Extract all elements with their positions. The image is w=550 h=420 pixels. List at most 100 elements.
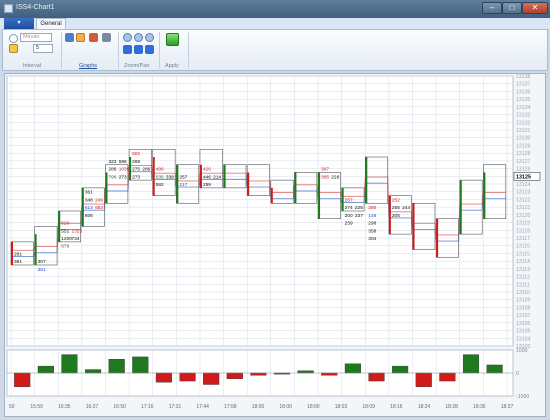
graphs-group-label[interactable]: Graphs [79,63,97,69]
title-bar: ISS4-Chart1 – □ ✕ [0,0,550,18]
ribbon-separator [61,32,62,69]
price-tick-label: 13120 [516,213,531,219]
footprint-cell-label: 148 [368,213,376,219]
time-axis-label: 15:59 [30,404,43,410]
footprint-cell-label: 205 [392,213,400,219]
delta-volume-bar [415,372,432,388]
delta-volume-bar [61,354,78,374]
price-tick-label: 13119 [516,221,530,227]
time-axis-label: 18:09 [362,404,375,410]
price-tick-label: 13114 [516,259,530,265]
time-axis-label: 18:03 [335,404,348,410]
footprint-cell-label: 596 [119,159,127,165]
price-tick-label: 13130 [516,136,531,142]
footprint-cell-label: 551 [61,228,69,234]
chart-area[interactable]: 13138 13137 13136 13135 13134 13133 13132 13131… [4,73,546,417]
footprint-cell-label: 304 [368,236,376,242]
footprint-cell-label: 244 [402,205,410,211]
volume-tick-label: -1000 [516,394,529,400]
price-tick-label: 13108 [516,305,531,311]
footprint-cell-label: 286 [108,167,116,173]
price-tick-label: 13131 [516,128,531,134]
delta-volume-bar [226,372,243,379]
price-tick-label: 13135 [516,97,531,103]
footprint-cell-label: 338 [166,174,174,180]
price-tick-label: 13133 [516,113,531,119]
footprint-cell-label: 217 [179,182,187,188]
window-title: ISS4-Chart1 [16,4,55,11]
footprint-cell-label: 679 [61,244,69,250]
time-axis-label: 18:00 [279,404,292,410]
footprint-cell-label: 269 [132,159,140,165]
interval-value-stepper[interactable]: 5 [33,44,53,53]
interval-unit-select[interactable]: Minute [20,33,52,42]
volume-tick-label: 0 [516,371,519,377]
price-tick-label: 13105 [516,329,531,335]
footprint-cell-label: 613 [85,205,93,211]
price-tick-label: 13118 [516,228,530,234]
delta-volume-bar [368,372,385,382]
delta-volume-bar [132,356,149,374]
delta-volume-bar [155,372,172,383]
chart-type-icon[interactable] [76,33,85,42]
footprint-cell-label: 734 [71,236,79,242]
maximize-button[interactable]: □ [502,2,522,14]
footprint-cell-label: 361 [85,190,93,196]
volume-icon[interactable] [102,33,111,42]
time-axis-label: 16:37 [86,404,99,410]
refresh-icon[interactable] [65,33,74,42]
close-button[interactable]: ✕ [522,2,548,14]
footprint-cell-label: 602 [132,151,140,157]
footprint-cell-label: 237 [355,213,363,219]
delta-volume-bar [439,372,456,382]
delta-volume-bar [486,364,503,374]
zoom-out-icon[interactable] [134,33,143,42]
delta-volume-bar [14,372,31,388]
file-menu-tab[interactable]: ▾ [4,18,34,29]
footprint-cell-label: 273 [132,174,140,180]
price-tick-label: 13116 [516,244,530,250]
app-window: ISS4-Chart1 – □ ✕ ▾ General Minute 5 Int… [0,0,550,420]
footprint-cell-label: 365 [321,174,329,180]
price-tick-label: 13134 [516,105,531,111]
footprint-cell-label: 1039 [119,167,130,173]
pan-right-icon[interactable] [134,45,143,54]
price-tick-label: 13111 [516,282,530,288]
pan-first-icon[interactable] [123,45,132,54]
footprint-cell-label: 426 [203,167,211,173]
footprint-chart[interactable]: 13138 1313713136 13135 13134 1313313132 13131… [5,74,545,416]
price-tick-label: 13104 [516,336,531,342]
price-tick-label: 13121 [516,205,531,211]
apply-group-label: Apply [165,63,179,69]
footprint-cell-label: 257 [179,174,187,180]
pan-last-icon[interactable] [145,45,154,54]
price-tick-label: 13112 [516,275,530,281]
footprint-cell-label: 249 [95,197,103,203]
time-axis-label: 18:00 [252,404,265,410]
delta-volume-bar [392,365,409,374]
apply-icon[interactable] [166,33,179,46]
delta-volume-bar [250,372,267,376]
zoom-fit-icon[interactable] [145,33,154,42]
minimize-button[interactable]: – [482,2,502,14]
candlestick-icon[interactable] [89,33,98,42]
footprint-cell-label: 274 [345,205,353,211]
footprint-cell-label: 653 [95,205,103,211]
time-axis-label: 17:44 [196,404,209,410]
footprint-cell-label: 261 [14,251,22,257]
volume-tick-label: 1000 [516,348,528,354]
price-tick-label: 13128 [516,151,531,157]
footprint-cell-label: 323 [108,159,116,165]
delta-volume-bar [179,372,196,382]
delta-volume-bar [321,372,338,376]
footprint-cell-label: 286 [142,167,150,173]
price-tick-label: 13107 [516,313,531,319]
time-axis-label: 18:36 [473,404,486,410]
footprint-cell-label: 267 [345,197,353,203]
zoom-in-icon[interactable] [123,33,132,42]
ribbon-separator [118,32,119,69]
tab-general[interactable]: General [36,18,66,29]
footprint-cell-label: 255 [392,205,400,211]
footprint-cell-label: 582 [156,182,164,188]
time-axis-label: 18:16 [390,404,403,410]
